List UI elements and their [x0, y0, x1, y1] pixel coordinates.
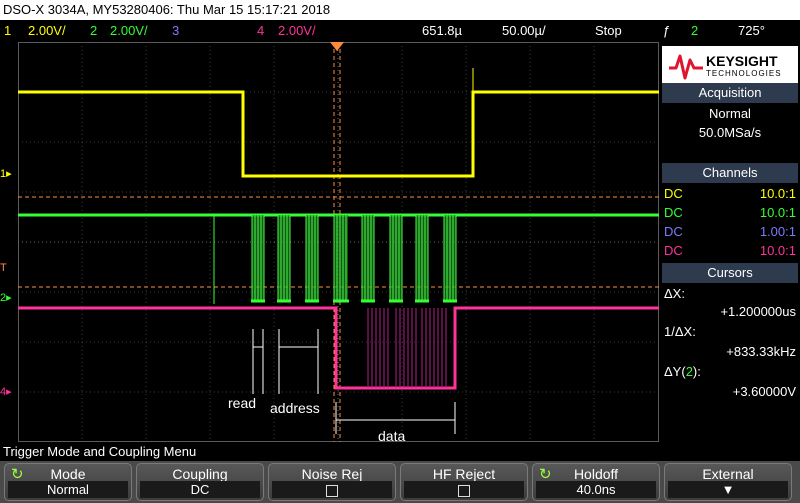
cursor-inverse-label: 1/ΔX: [664, 324, 696, 339]
ch4-waveform [18, 306, 659, 390]
status-bar: 1 2.00V/ 2 2.00V/ 3 4 2.00V/ 651.8µ 50.0… [0, 20, 800, 41]
cursor-dy-value: +3.60000V [732, 384, 796, 399]
menu-title: Trigger Mode and Coupling Menu [0, 443, 800, 461]
trigger-delay[interactable]: 651.8µ [422, 20, 462, 41]
softkey-mode[interactable]: ↻ Mode Normal [4, 463, 132, 501]
softkey-value [272, 481, 392, 498]
channel-probe-ratio: 1.00:1 [759, 224, 796, 239]
run-state: Stop [595, 23, 622, 38]
channel-probe-ratio: 10.0:1 [759, 186, 796, 201]
sample-rate: 50.0MSa/s [698, 125, 762, 140]
channel-row-3[interactable]: DC 1.00:1 [664, 223, 796, 240]
trigger-level-marker[interactable]: T [0, 262, 7, 274]
ch2-number[interactable]: 2 [90, 20, 97, 41]
channel-row-2[interactable]: DC 10.0:1 [664, 204, 796, 221]
ch2-ground-marker[interactable]: 2▸ [0, 292, 12, 304]
cursor-inverse-value: +833.33kHz [726, 344, 796, 359]
cursor-dx-label: ΔX: [664, 286, 685, 301]
ch1-ground-marker[interactable]: 1▸ [0, 168, 12, 180]
checkbox-icon[interactable] [326, 484, 338, 497]
channel-coupling: DC [664, 243, 683, 258]
annotation-data: data [378, 428, 405, 442]
trigger-slope-icon: ƒ [663, 23, 671, 38]
ch4-number[interactable]: 4 [257, 20, 264, 41]
softkey-external[interactable]: External ▼ [664, 463, 792, 501]
timebase[interactable]: 50.00µ/ [502, 20, 546, 41]
annotation-read: read [228, 395, 256, 411]
softkey-value: Normal [8, 481, 128, 498]
cursor-dy-label: ΔY(2): [664, 364, 701, 379]
softkey-hf-reject[interactable]: HF Reject [400, 463, 528, 501]
annotation-brackets [252, 329, 456, 434]
channel-row-1[interactable]: DC 10.0:1 [664, 185, 796, 202]
softkey-bar: ↻ Mode Normal Coupling DC Noise Rej HF Reject… [0, 461, 800, 503]
window-title: DSO-X 3034A, MY53280406: Thu Mar 15 15:1… [0, 0, 800, 20]
cursors-header[interactable]: Cursors [662, 263, 798, 283]
softkey-value [404, 481, 524, 498]
softkey-coupling[interactable]: Coupling DC [136, 463, 264, 501]
ch1-number[interactable]: 1 [4, 20, 11, 41]
keysight-wave-icon [669, 54, 703, 80]
waveform-display[interactable]: read address data [18, 42, 659, 444]
acquisition-header[interactable]: Acquisition [662, 83, 798, 103]
more-arrow-icon: ▼ [668, 481, 788, 498]
softkey-noise-rej[interactable]: Noise Rej [268, 463, 396, 501]
ch1-scale[interactable]: 2.00V/ [28, 20, 66, 41]
acquisition-mode: Normal [709, 106, 751, 121]
side-panel: KEYSIGHT TECHNOLOGIES Acquisition Normal… [660, 42, 800, 442]
trigger-source[interactable]: 2 [691, 20, 698, 41]
softkey-value: 40.0ns [536, 481, 656, 498]
ch4-ground-marker[interactable]: 4▸ [0, 386, 12, 398]
softkey-holdoff[interactable]: ↻ Holdoff 40.0ns [532, 463, 660, 501]
ch2-scale[interactable]: 2.00V/ [110, 20, 148, 41]
brand-name: KEYSIGHT [706, 53, 778, 69]
channel-coupling: DC [664, 186, 683, 201]
channel-row-4[interactable]: DC 10.0:1 [664, 242, 796, 259]
channel-coupling: DC [664, 224, 683, 239]
annotation-address: address [270, 400, 320, 416]
trigger-position-icon [330, 42, 344, 51]
channels-header[interactable]: Channels [662, 163, 798, 183]
waveform-graticule: read address data [18, 42, 659, 444]
ch2-waveform [18, 213, 659, 304]
brand-subtitle: TECHNOLOGIES [706, 69, 782, 78]
softkey-value: DC [140, 481, 260, 498]
channel-coupling: DC [664, 205, 683, 220]
channel-probe-ratio: 10.0:1 [759, 243, 796, 258]
trigger-level[interactable]: 725° [738, 20, 765, 41]
ch4-scale[interactable]: 2.00V/ [278, 20, 316, 41]
brand-logo: KEYSIGHT TECHNOLOGIES [662, 46, 798, 86]
channel-probe-ratio: 10.0:1 [759, 205, 796, 220]
cursor-dx-value: +1.200000us [720, 304, 796, 319]
ch3-number[interactable]: 3 [172, 20, 179, 41]
checkbox-icon[interactable] [458, 484, 470, 497]
